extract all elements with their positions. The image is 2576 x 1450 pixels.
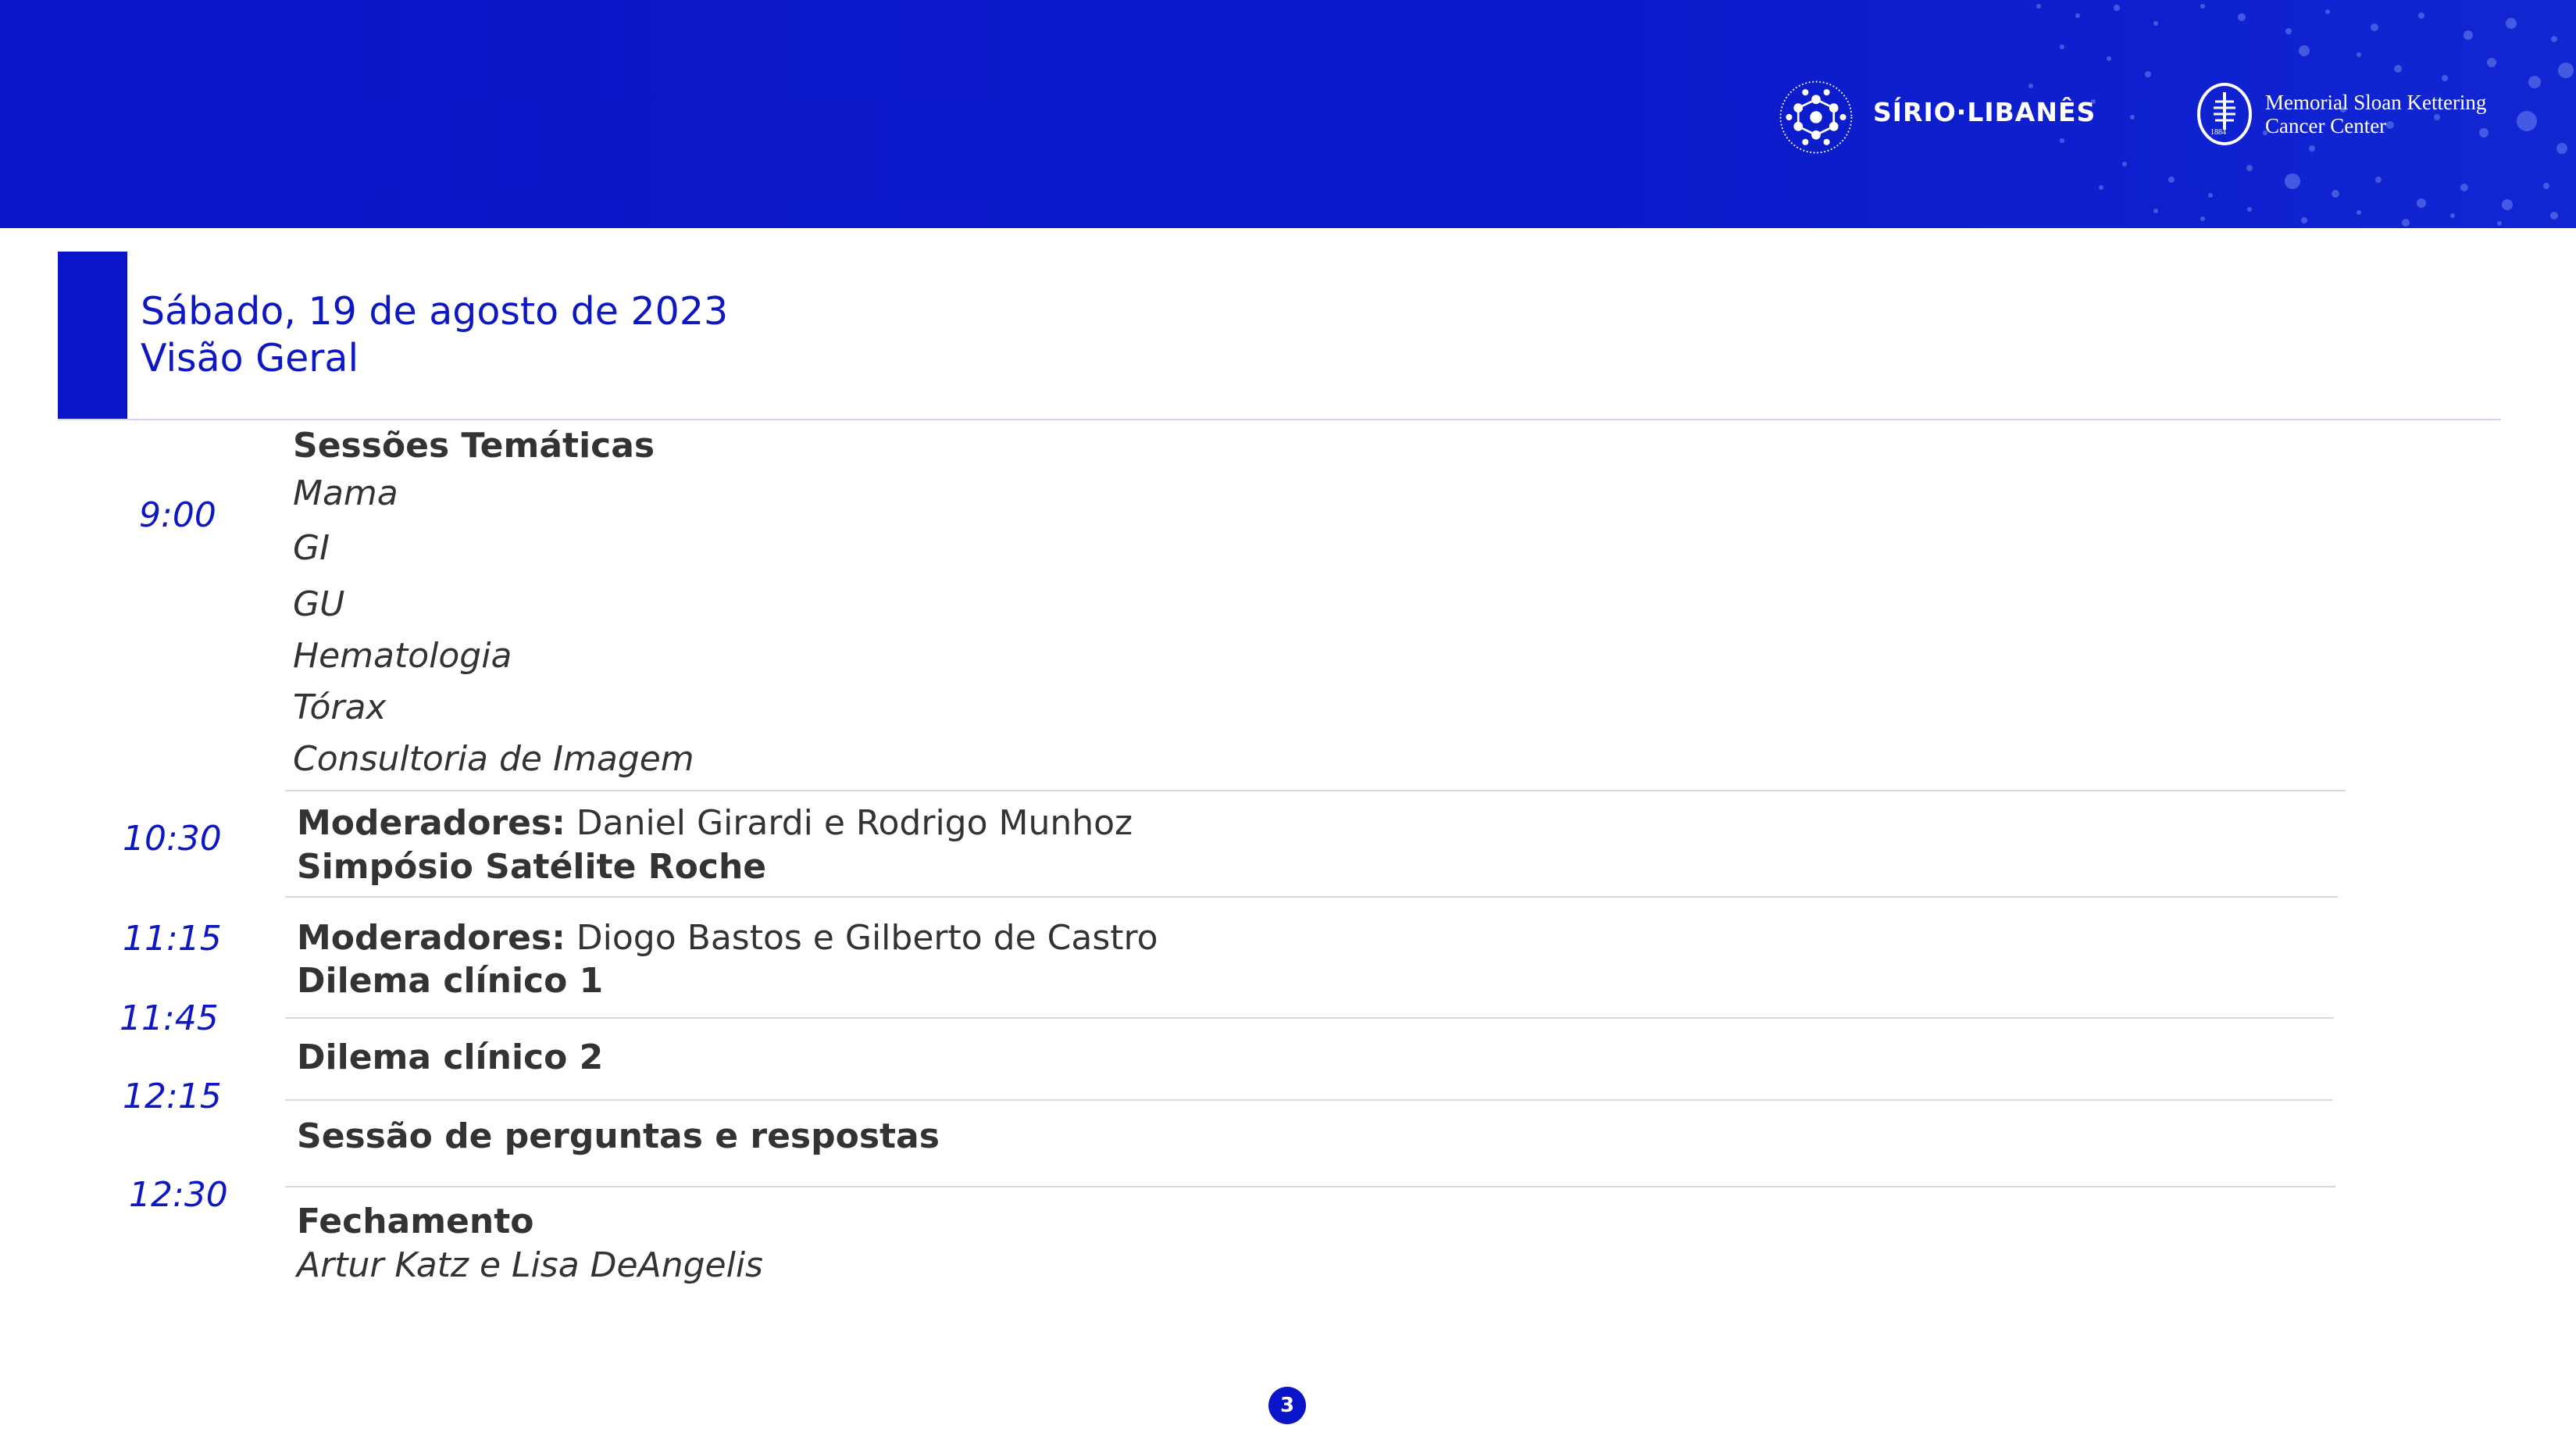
header-banner: SÍRIO·LIBANÊS 1884 Memorial Sloan Ketter… bbox=[0, 0, 2576, 228]
time-block-3: 11:15 bbox=[123, 919, 222, 959]
block-6-speakers: Artur Katz e Lisa DeAngelis bbox=[297, 1245, 763, 1285]
block-3-moderators: Moderadores: Diogo Bastos e Gilberto de … bbox=[297, 918, 1158, 958]
block-6-title: Fechamento bbox=[297, 1202, 534, 1241]
agenda-divider bbox=[285, 1099, 2332, 1101]
title-accent-bar bbox=[58, 252, 127, 419]
moderators-names: Daniel Girardi e Rodrigo Munhoz bbox=[565, 803, 1133, 843]
block-3-title: Dilema clínico 1 bbox=[297, 961, 604, 1001]
block-1-heading: Sessões Temáticas bbox=[293, 426, 655, 466]
msk-wordmark-line2: Cancer Center bbox=[2265, 114, 2387, 138]
agenda-divider bbox=[285, 896, 2338, 898]
decorative-dot-pattern bbox=[2028, 4, 2574, 227]
moderators-label: Moderadores: bbox=[297, 918, 566, 958]
block-4-title: Dilema clínico 2 bbox=[297, 1038, 604, 1077]
time-block-5: 12:15 bbox=[123, 1077, 222, 1116]
topic-item: Hematologia bbox=[293, 636, 512, 676]
page-number-badge: 3 bbox=[1268, 1387, 1306, 1424]
sirio-libanes-emblem-icon bbox=[1779, 80, 1853, 154]
block-2-title: Simpósio Satélite Roche bbox=[297, 847, 767, 887]
time-block-2: 10:30 bbox=[123, 819, 222, 859]
page-subtitle: Visão Geral bbox=[141, 336, 359, 380]
page-title-date: Sábado, 19 de agosto de 2023 bbox=[141, 289, 729, 334]
moderators-label: Moderadores: bbox=[297, 803, 566, 843]
msk-wordmark: Memorial Sloan Kettering Cancer Center bbox=[2265, 91, 2486, 138]
time-block-6: 12:30 bbox=[129, 1175, 228, 1215]
msk-emblem-icon bbox=[2197, 83, 2252, 145]
block-2-moderators: Moderadores: Daniel Girardi e Rodrigo Mu… bbox=[297, 803, 1133, 843]
agenda-divider bbox=[285, 790, 2346, 791]
time-block-4: 11:45 bbox=[120, 998, 219, 1038]
time-block-1: 9:00 bbox=[139, 495, 216, 535]
topic-item: Mama bbox=[293, 473, 398, 513]
agenda-divider bbox=[285, 1017, 2334, 1019]
topic-item: GI bbox=[293, 528, 330, 568]
block-5-title: Sessão de perguntas e respostas bbox=[297, 1116, 940, 1156]
sirio-libanes-wordmark: SÍRIO·LIBANÊS bbox=[1873, 97, 2096, 127]
topic-item: GU bbox=[293, 584, 345, 624]
msk-year: 1884 bbox=[2210, 128, 2226, 137]
msk-wordmark-line1: Memorial Sloan Kettering bbox=[2265, 91, 2487, 114]
agenda-divider bbox=[285, 1186, 2335, 1188]
title-divider bbox=[58, 419, 2501, 420]
moderators-names: Diogo Bastos e Gilberto de Castro bbox=[565, 918, 1158, 958]
topic-item: Tórax bbox=[293, 688, 387, 727]
topic-item: Consultoria de Imagem bbox=[293, 739, 694, 779]
